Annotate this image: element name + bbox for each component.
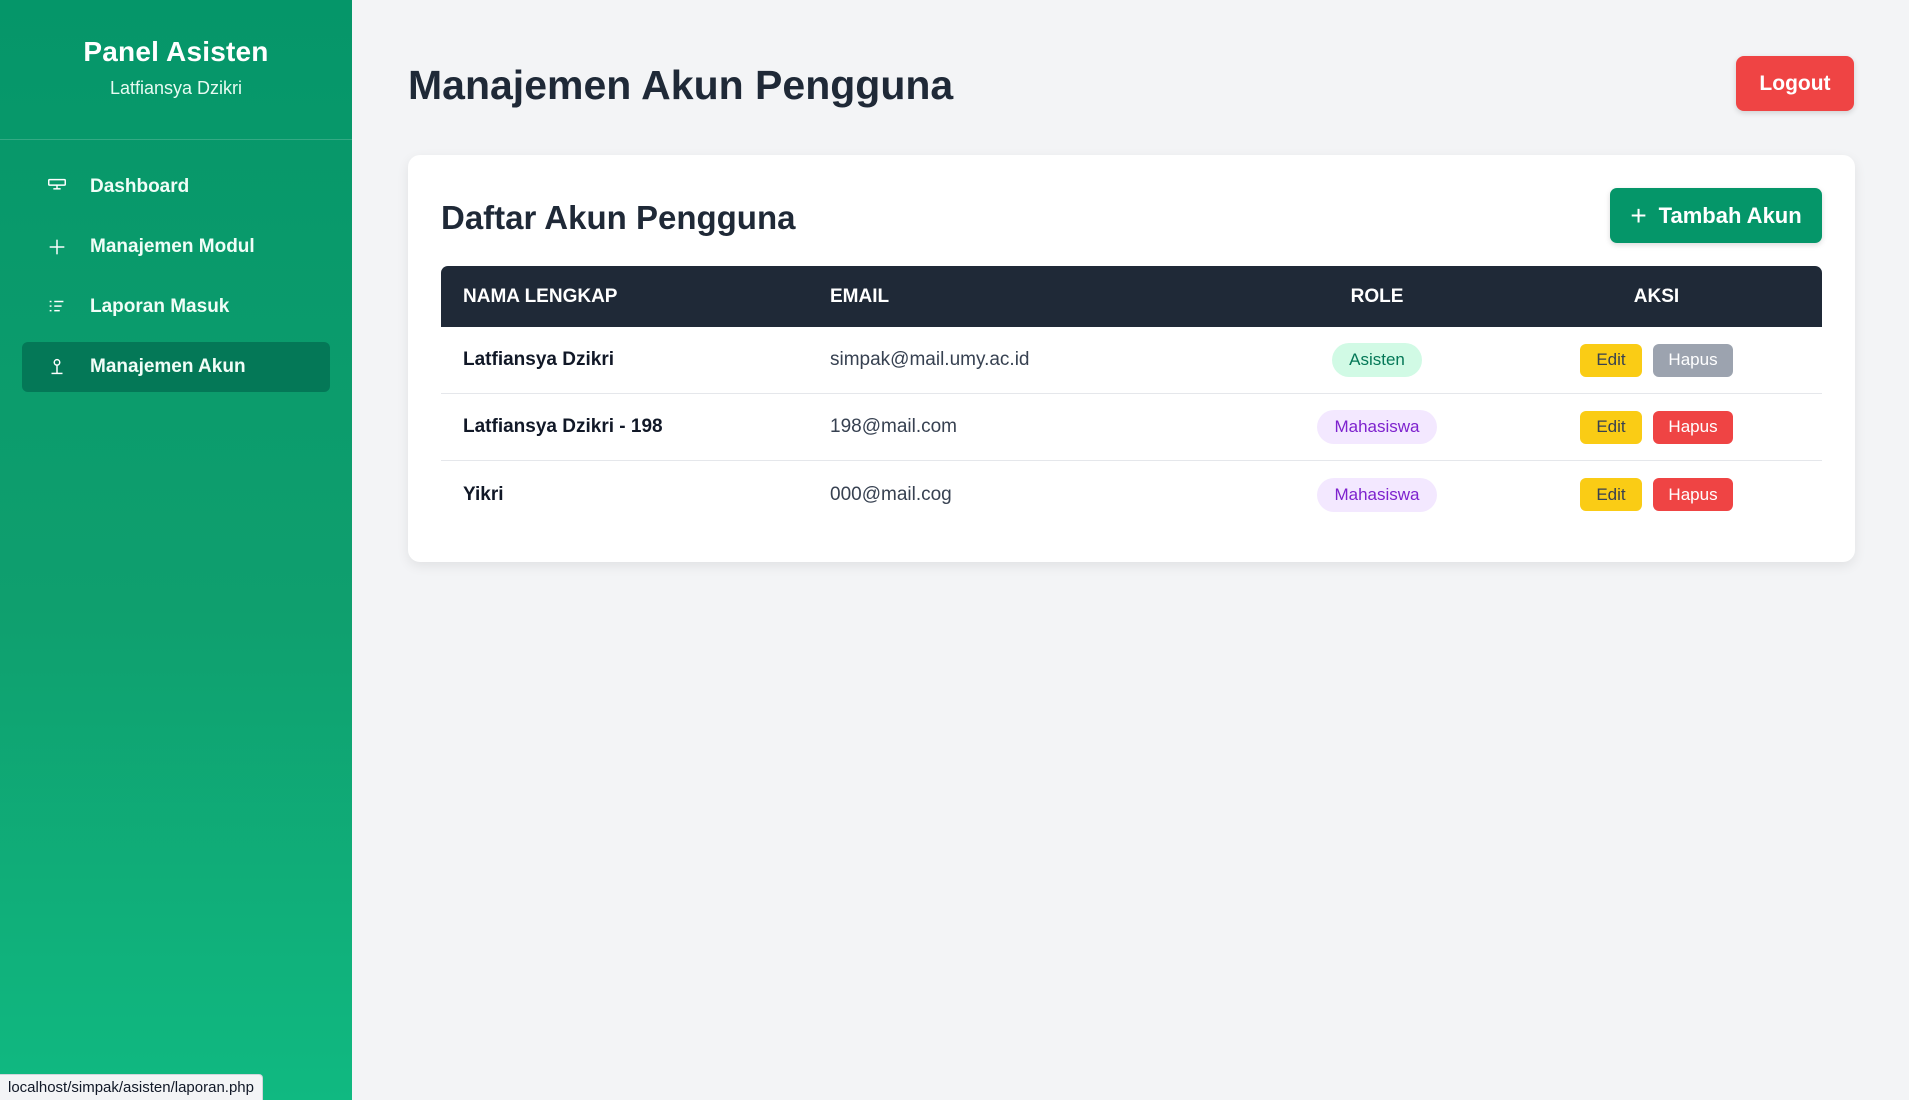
list-icon — [46, 296, 68, 318]
cell-actions: Edit Hapus — [1491, 410, 1822, 444]
edit-button[interactable]: Edit — [1580, 478, 1642, 511]
add-account-label: Tambah Akun — [1658, 202, 1802, 228]
cell-role: Mahasiswa — [1263, 410, 1491, 444]
delete-button[interactable]: Hapus — [1653, 478, 1733, 511]
sidebar-title: Panel Asisten — [83, 36, 269, 67]
cell-email: simpak@mail.umy.ac.id — [830, 349, 1030, 370]
role-badge: Asisten — [1332, 343, 1422, 377]
sidebar: Panel Asisten Latfiansya Dzikri Dashboar… — [0, 0, 352, 1100]
cell-name: Yikri — [463, 483, 504, 505]
plus-icon — [46, 236, 68, 258]
cell-actions: Edit Hapus — [1491, 478, 1822, 511]
sidebar-item-label: Manajemen Modul — [90, 236, 255, 257]
table-header: NAMA LENGKAP EMAIL ROLE AKSI — [441, 266, 1822, 327]
monitor-icon — [46, 176, 68, 198]
cell-role: Asisten — [1263, 343, 1491, 377]
table-row: Latfiansya Dzikri simpak@mail.umy.ac.id … — [441, 327, 1822, 394]
delete-button[interactable]: Hapus — [1653, 343, 1733, 377]
user-icon — [46, 356, 68, 378]
column-header-nama: NAMA LENGKAP — [463, 285, 618, 307]
add-account-button[interactable]: + Tambah Akun — [1610, 188, 1822, 243]
sidebar-item-label: Laporan Masuk — [90, 296, 230, 317]
role-badge: Mahasiswa — [1317, 410, 1437, 444]
sidebar-item-label: Manajemen Akun — [90, 356, 246, 377]
user-accounts-card: Daftar Akun Pengguna + Tambah Akun NAMA … — [408, 155, 1855, 562]
page-title: Manajemen Akun Pengguna — [408, 62, 954, 108]
cell-actions: Edit Hapus — [1491, 343, 1822, 377]
sidebar-item-manajemen-modul[interactable]: Manajemen Modul — [22, 222, 330, 272]
edit-button[interactable]: Edit — [1580, 343, 1642, 377]
table-row: Latfiansya Dzikri - 198 198@mail.com Mah… — [441, 394, 1822, 461]
browser-status-bar: localhost/simpak/asisten/laporan.php — [0, 1074, 263, 1100]
main-content: Manajemen Akun Pengguna Logout Daftar Ak… — [352, 0, 1909, 1100]
cell-name: Latfiansya Dzikri - 198 — [463, 416, 663, 437]
sidebar-brand: Panel Asisten Latfiansya Dzikri — [0, 0, 352, 140]
delete-button[interactable]: Hapus — [1653, 410, 1733, 444]
cell-role: Mahasiswa — [1263, 477, 1491, 512]
cell-email: 000@mail.cog — [830, 483, 952, 505]
sidebar-item-laporan-masuk[interactable]: Laporan Masuk — [22, 282, 330, 332]
column-header-role: ROLE — [1350, 285, 1404, 307]
card-title: Daftar Akun Pengguna — [441, 199, 796, 236]
sidebar-item-label: Dashboard — [90, 176, 190, 197]
sidebar-nav: Dashboard Manajemen Modul Laporan Masuk … — [0, 140, 352, 392]
role-badge: Mahasiswa — [1317, 477, 1437, 512]
cell-name: Latfiansya Dzikri — [463, 349, 614, 370]
plus-icon: + — [1630, 199, 1647, 231]
table-row: Yikri 000@mail.cog Mahasiswa Edit Hapus — [441, 461, 1822, 528]
cell-email: 198@mail.com — [830, 416, 957, 437]
column-header-aksi: AKSI — [1633, 285, 1680, 307]
edit-button[interactable]: Edit — [1580, 410, 1642, 444]
logout-button[interactable]: Logout — [1736, 56, 1854, 111]
accounts-table: NAMA LENGKAP EMAIL ROLE AKSI Latfiansya … — [441, 266, 1822, 528]
column-header-email: EMAIL — [830, 285, 890, 307]
sidebar-item-dashboard[interactable]: Dashboard — [22, 162, 330, 212]
sidebar-item-manajemen-akun[interactable]: Manajemen Akun — [22, 342, 330, 392]
sidebar-username: Latfiansya Dzikri — [109, 78, 243, 98]
